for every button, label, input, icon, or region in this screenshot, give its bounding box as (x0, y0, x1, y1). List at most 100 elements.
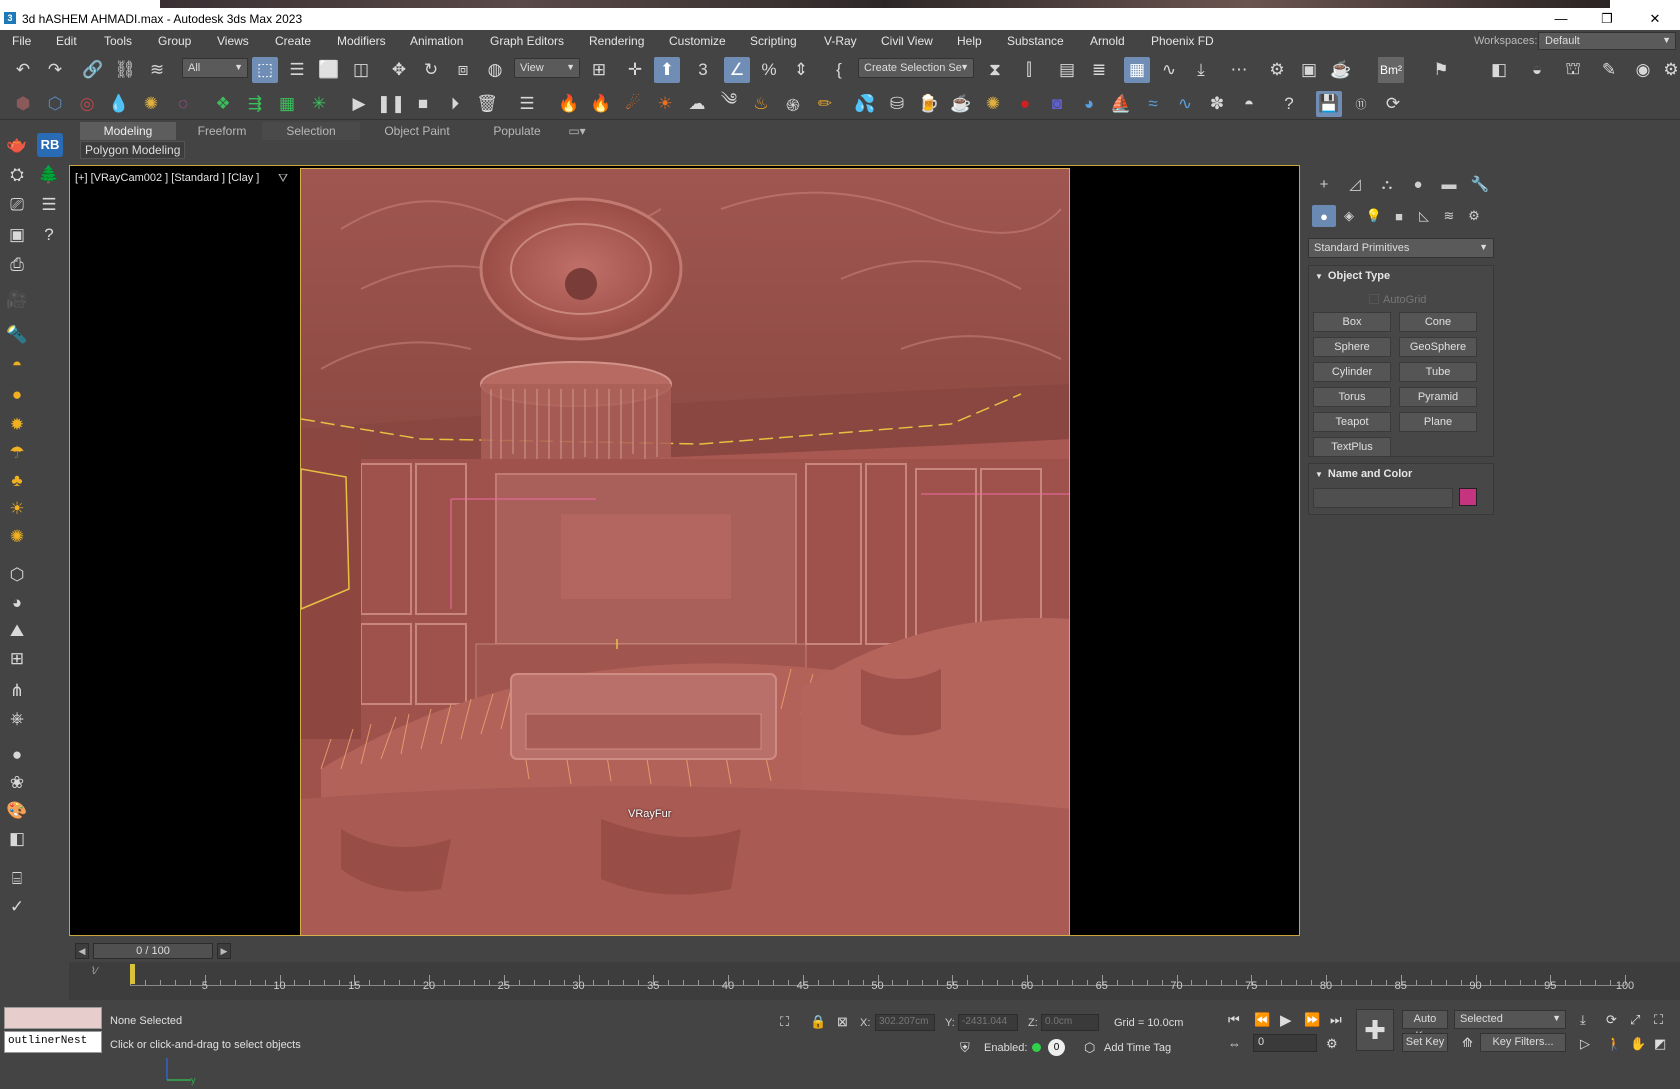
multi-material-icon[interactable]: ❀ (4, 770, 30, 796)
pivot-center-icon[interactable]: ⊞ (586, 57, 612, 83)
lock-selection-icon[interactable]: 🔒 (810, 1014, 826, 1030)
fire-source-icon[interactable]: 🔥 (588, 91, 614, 117)
cube-icon[interactable]: ⬢ (10, 91, 36, 117)
go-to-end-icon[interactable]: ⏭ (1330, 1012, 1342, 1028)
play-icon[interactable]: ▶ (346, 91, 372, 117)
green-burst-icon[interactable]: ✳ (306, 91, 332, 117)
green-arrow-icon[interactable]: ⇶ (242, 91, 268, 117)
tab-populate[interactable]: Populate (472, 122, 562, 140)
plane-icon[interactable]: ⛰ (4, 618, 30, 644)
current-frame-marker[interactable] (130, 964, 135, 984)
layer-icon[interactable]: ▣ (4, 222, 30, 248)
key-mode-icon[interactable]: ⇔ (1228, 1036, 1241, 1051)
viewport-label[interactable]: [+] [VRayCam002 ] [Standard ] [Clay ] (75, 172, 259, 184)
enabled-counter[interactable]: 0 (1048, 1039, 1065, 1056)
z-coordinate-field[interactable]: 0.0cm (1041, 1014, 1099, 1031)
maximize-viewport-icon[interactable]: ⛶ (1654, 1012, 1663, 1028)
cone-button[interactable]: Cone (1399, 312, 1477, 332)
render-production-icon[interactable]: ☕ (1328, 57, 1354, 83)
box-button[interactable]: Box (1313, 312, 1391, 332)
chart-icon[interactable]: ⌸ (4, 866, 30, 892)
timeline-ruler[interactable]: 5 10 15 20 25 30 35 40 45 50 55 60 65 70 75 80 85 90 95 100 (130, 966, 1634, 992)
time-slider[interactable]: 0 / 100 (93, 943, 213, 959)
vray-sun-icon[interactable]: ◉ (1630, 57, 1656, 83)
swirl-icon[interactable]: ֍ (780, 91, 806, 117)
menu-help[interactable]: Help (957, 34, 982, 48)
zoom-extents-icon[interactable]: ⤓ (1580, 1012, 1586, 1028)
script-icon[interactable]: ☰ (36, 192, 62, 218)
sphere-button[interactable]: Sphere (1313, 337, 1391, 357)
pause-icon[interactable]: ❚❚ (377, 91, 406, 117)
menu-arnold[interactable]: Arnold (1090, 34, 1125, 48)
counter-icon[interactable]: ⑪ (1348, 91, 1374, 117)
bind-space-warp-icon[interactable]: ≋ (144, 57, 170, 83)
proxy-icon[interactable]: ⬡ (4, 562, 30, 588)
teapot-icon[interactable]: 🫖 (4, 132, 30, 158)
rendered-frame-window-icon[interactable]: ▣ (1296, 57, 1322, 83)
helpers-icon[interactable]: ◺ (1412, 205, 1436, 227)
fur-icon[interactable]: ◕ (4, 590, 30, 616)
align-icon[interactable]: ⫿ (1016, 57, 1042, 83)
liquid-icon[interactable]: ◓ (1236, 91, 1262, 117)
ies-light-icon[interactable]: ✹ (4, 412, 30, 438)
question-icon[interactable]: ? (36, 222, 62, 248)
grass-icon[interactable]: ⋔ (4, 678, 30, 704)
hierarchy-tab-icon[interactable]: ⛬ (1375, 173, 1399, 195)
rotate-icon[interactable]: ↻ (418, 57, 444, 83)
systems-icon[interactable]: ⚙ (1462, 205, 1486, 227)
select-by-name-icon[interactable]: ☰ (284, 57, 310, 83)
create-selection-set-dropdown[interactable]: Create Selection Se ▼ (858, 58, 974, 78)
flame-icon[interactable]: ♨ (748, 91, 774, 117)
menu-edit[interactable]: Edit (56, 34, 77, 48)
menu-create[interactable]: Create (275, 34, 311, 48)
modify-tab-icon[interactable]: ◿ (1343, 173, 1367, 195)
schematic-view-icon[interactable]: ⤓ (1188, 57, 1214, 83)
ocean-icon[interactable]: ≈ (1140, 91, 1166, 117)
absolute-mode-icon[interactable]: ⊠ (837, 1014, 848, 1030)
camera-list-icon[interactable]: ⎙ (4, 252, 30, 278)
textplus-button[interactable]: TextPlus (1313, 437, 1391, 457)
spacewarps-icon[interactable]: ≋ (1437, 205, 1461, 227)
curve-editor-icon[interactable]: ∿ (1156, 57, 1182, 83)
field-of-view-icon[interactable]: ⤢ (1630, 1012, 1640, 1028)
keyboard-shortcut-override-icon[interactable]: ⬆ (654, 57, 680, 83)
scene-explorer-icon[interactable]: ▤ (1054, 57, 1080, 83)
ship-icon[interactable]: ⛵ (1108, 91, 1134, 117)
selection-filter-dropdown[interactable]: All ▼ (182, 58, 248, 78)
volume-icon[interactable]: ⎈ (4, 706, 30, 732)
scale-icon[interactable]: ⧈ (450, 57, 476, 83)
render-setup-icon[interactable]: ⚙ (1264, 57, 1290, 83)
object-color-swatch[interactable] (1459, 488, 1477, 506)
motion-tab-icon[interactable]: ● (1406, 173, 1430, 195)
tab-modeling[interactable]: Modeling (80, 122, 176, 140)
menu-views[interactable]: Views (217, 34, 249, 48)
vray-logo-icon[interactable]: ✓ (4, 894, 30, 920)
curve-editor-mini-icon[interactable]: ⌇∕ (91, 966, 98, 977)
refresh-icon[interactable]: ⟳ (1380, 91, 1406, 117)
add-time-tag[interactable]: Add Time Tag (1104, 1042, 1171, 1054)
workspaces-dropdown[interactable]: Default ▼ (1538, 32, 1676, 50)
unlink-icon[interactable]: ⛓ (112, 57, 138, 83)
palette-icon[interactable]: 🎨 (4, 798, 30, 824)
menu-tools[interactable]: Tools (104, 34, 132, 48)
ocean-mesh-icon[interactable]: ∿ (1172, 91, 1198, 117)
x-coordinate-field[interactable]: 302.207cm (875, 1014, 935, 1031)
redo-icon[interactable]: ↷ (42, 57, 68, 83)
menu-civil-view[interactable]: Civil View (881, 34, 933, 48)
adaptive-degradation-icon[interactable]: ⛨ (960, 1040, 970, 1056)
walk-through-icon[interactable]: 🚶 (1606, 1036, 1622, 1052)
menu-vray[interactable]: V-Ray (824, 34, 857, 48)
foam-icon[interactable]: ✽ (1204, 91, 1230, 117)
set-key-big-icon[interactable]: ✚ (1356, 1009, 1394, 1051)
sky-icon[interactable]: ✺ (4, 524, 30, 550)
key-filters-button[interactable]: Key Filters... (1480, 1033, 1566, 1052)
primitive-category-dropdown[interactable]: Standard Primitives ▼ (1308, 238, 1494, 258)
sphere-light-icon[interactable]: ● (4, 382, 30, 408)
atom-icon[interactable]: ✺ (138, 91, 164, 117)
object-type-header[interactable]: ▼ Object Type (1315, 270, 1390, 282)
track-bar[interactable]: ⌇∕ 5 10 15 20 25 30 35 40 45 50 55 60 65 70 75 80 85 90 95… (69, 962, 1680, 1000)
next-frame-icon[interactable]: ▶ (217, 943, 231, 959)
toggle-viewport-icon[interactable]: ◩ (1654, 1036, 1666, 1052)
cameras-icon[interactable]: ■ (1387, 205, 1411, 227)
save-icon[interactable]: 💾 (1316, 91, 1342, 117)
